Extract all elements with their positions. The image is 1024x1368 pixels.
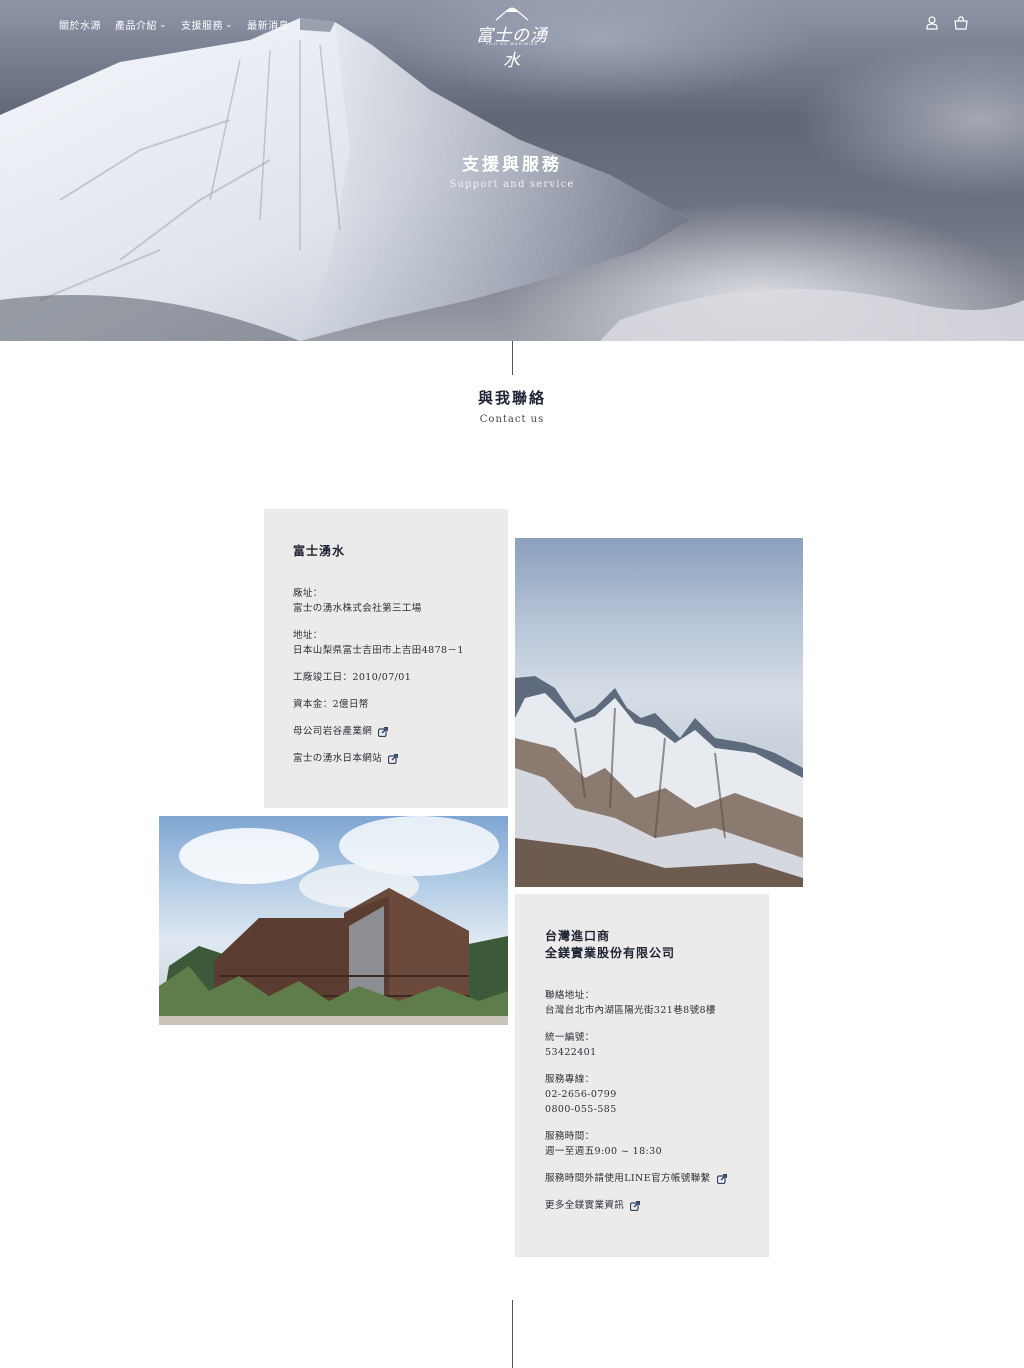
hotline-phone-2: 0800-055-585	[545, 1104, 617, 1115]
external-link-icon	[716, 1173, 727, 1184]
chevron-down-icon: ⌄	[159, 19, 168, 29]
logo-subtext: FUJI NO WAKIMIZU	[485, 41, 539, 46]
section-subtitle: Contact us	[479, 414, 545, 425]
service-hours-label: 服務時間：	[545, 1131, 595, 1142]
divider-line-top	[512, 341, 513, 375]
address-label: 地址：	[293, 630, 323, 641]
capital: 資本金：2億日幣	[293, 699, 369, 710]
card-title: 富士湧水	[293, 544, 346, 558]
user-icon[interactable]	[926, 16, 938, 30]
tax-id-label: 統一編號：	[545, 1032, 595, 1043]
header-icons	[926, 16, 968, 30]
nav-label: 支援服務	[181, 21, 224, 32]
address-value: 日本山梨県富士吉田市上吉田4878－1	[293, 645, 464, 656]
hero-banner: 關於水源 產品介紹 ⌄ 支援服務 ⌄ 最新消息 富士の湧水 FUJI NO WAKI…	[0, 0, 1024, 341]
snowy-mountain-photo	[515, 538, 803, 887]
divider-line-bottom	[512, 1300, 513, 1368]
external-link-icon	[388, 753, 399, 764]
tax-id-value: 53422401	[545, 1047, 597, 1058]
factory-value: 富士の湧水株式会社第三工場	[293, 603, 422, 614]
factory-completed: 工廠竣工日：2010/07/01	[293, 672, 412, 683]
nav-item-about-water[interactable]: 關於水源	[59, 17, 101, 32]
contact-address-value: 台灣台北市內湖區陽光街321巷8號8樓	[545, 1005, 716, 1016]
hotline-label: 服務專線：	[545, 1074, 595, 1085]
card-title-line1: 台灣進口商	[545, 929, 611, 943]
fuji-company-card: 富士湧水 廠址： 富士の湧水株式会社第三工場 地址： 日本山梨県富士吉田市上吉田…	[264, 509, 508, 808]
brand-logo[interactable]: 富士の湧水 FUJI NO WAKIMIZU	[476, 6, 548, 71]
factory-label: 廠址：	[293, 588, 323, 599]
line-official-link[interactable]: 服務時間外請使用LINE官方帳號聯繫	[545, 1171, 769, 1186]
more-company-info-link[interactable]: 更多全鎂實業資訊	[545, 1198, 769, 1213]
nav-item-support[interactable]: 支援服務 ⌄	[181, 17, 233, 32]
link-label: 母公司岩谷產業網	[293, 726, 373, 737]
factory-building-photo	[159, 816, 508, 1025]
contact-address-label: 聯絡地址：	[545, 990, 595, 1001]
link-label: 服務時間外請使用LINE官方帳號聯繫	[545, 1173, 711, 1184]
external-link-icon	[630, 1200, 641, 1211]
link-label: 更多全鎂實業資訊	[545, 1200, 625, 1211]
nav-item-products[interactable]: 產品介紹 ⌄	[115, 17, 167, 32]
card-title-line2: 全鎂實業股份有限公司	[545, 946, 676, 960]
taiwan-importer-card: 台灣進口商 全鎂實業股份有限公司 聯絡地址： 台灣台北市內湖區陽光街321巷8號…	[515, 894, 769, 1257]
logo-mountain-icon	[495, 7, 529, 21]
parent-company-link[interactable]: 母公司岩谷產業網	[293, 724, 508, 739]
hero-title: 支援與服務	[462, 155, 562, 175]
nav-item-news[interactable]: 最新消息	[247, 17, 289, 32]
nav-label: 關於水源	[59, 21, 101, 32]
hotline-phone-1: 02-2656-0799	[545, 1089, 617, 1100]
section-title: 與我聯絡	[477, 389, 546, 407]
external-link-icon	[378, 726, 389, 737]
link-label: 富士の湧水日本網站	[293, 753, 383, 764]
shopping-bag-icon[interactable]	[954, 16, 968, 30]
japan-site-link[interactable]: 富士の湧水日本網站	[293, 751, 508, 766]
service-hours-value: 週一至週五9:00 ~ 18:30	[545, 1146, 663, 1157]
nav-label: 最新消息	[247, 21, 290, 32]
logo-text: 富士の湧水	[476, 26, 548, 71]
main-nav: 關於水源 產品介紹 ⌄ 支援服務 ⌄ 最新消息	[59, 17, 303, 32]
hero-subtitle: Support and service	[449, 179, 575, 190]
nav-label: 產品介紹	[115, 21, 157, 32]
chevron-down-icon: ⌄	[225, 19, 234, 29]
